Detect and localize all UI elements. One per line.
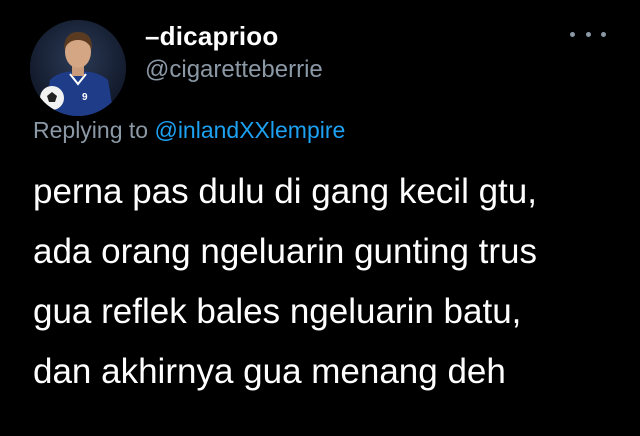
tweet-text-line: gua reflek bales ngeluarin batu, — [33, 292, 522, 331]
avatar[interactable]: 9 — [30, 20, 126, 116]
tweet-card: 9 –dicaprioo @cigaretteberrie Replying t… — [0, 0, 640, 436]
more-horizontal-icon-dot — [585, 31, 591, 37]
tweet-text: perna pas dulu di gang kecil gtu, ada or… — [33, 162, 623, 402]
reply-mention-link[interactable]: @inlandXXlempire — [154, 117, 345, 143]
more-horizontal-icon-dot — [601, 31, 606, 37]
display-name[interactable]: –dicaprioo — [145, 21, 278, 52]
svg-text:9: 9 — [82, 92, 88, 103]
tweet-text-line: perna pas dulu di gang kecil gtu, — [33, 172, 537, 211]
avatar-photo: 9 — [30, 20, 126, 116]
replying-to-label: Replying to — [33, 117, 149, 143]
user-handle[interactable]: @cigaretteberrie — [145, 56, 323, 84]
more-horizontal-icon — [570, 31, 575, 37]
more-options-button[interactable] — [570, 24, 606, 44]
replying-to: Replying to @inlandXXlempire — [33, 117, 345, 144]
tweet-text-line: dan akhirnya gua menang deh — [33, 352, 506, 391]
tweet-text-line: ada orang ngeluarin gunting trus — [33, 232, 537, 271]
